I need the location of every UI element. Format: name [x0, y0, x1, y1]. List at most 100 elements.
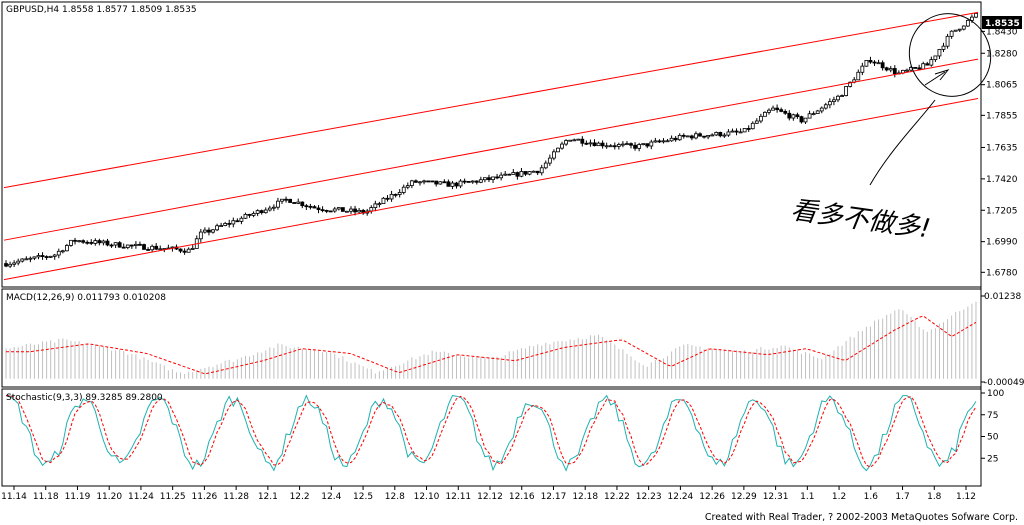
candle-body — [645, 143, 650, 147]
candle-body — [953, 29, 958, 32]
candle-body — [576, 138, 581, 141]
candle-body — [746, 128, 751, 130]
candle-body — [535, 170, 540, 174]
price-tick-label: 1.8065 — [986, 81, 1018, 91]
candle-body — [860, 65, 865, 73]
stoch-tick-label: 75 — [987, 411, 998, 421]
candle-body — [292, 202, 297, 204]
candle-body — [397, 192, 402, 195]
candle-body — [223, 223, 228, 226]
price-tick-label: 1.7635 — [986, 143, 1018, 153]
candle-body — [819, 107, 824, 112]
candle-body — [227, 223, 232, 225]
candle-body — [905, 69, 909, 72]
candle-body — [572, 139, 577, 142]
candle-body — [40, 255, 45, 257]
candle-body — [876, 62, 881, 65]
candle-body — [117, 242, 122, 248]
candle-body — [28, 257, 33, 260]
candle-body — [495, 176, 499, 179]
candle-body — [592, 142, 597, 147]
candle-body — [710, 134, 715, 137]
candle-body — [596, 142, 601, 147]
x-axis-labels: 11.14 11.18 11.19 11.20 11.24 11.25 11.26 11.28… — [1, 486, 976, 502]
candle-body — [681, 134, 686, 137]
candle-body — [36, 255, 41, 258]
stoch-tick-label: 50 — [987, 433, 999, 443]
candle-body — [158, 248, 163, 251]
x-tick-label: 12.11 — [445, 492, 471, 502]
candle-body — [564, 140, 568, 145]
candle-body — [150, 245, 155, 251]
candle-body — [20, 258, 25, 262]
x-tick-label: 12.12 — [477, 492, 503, 502]
candle-body — [312, 206, 317, 209]
candle-body — [661, 140, 666, 143]
footer-credit: Created with Real Trader, ? 2002-2003 Me… — [704, 512, 1018, 523]
candle-body — [795, 114, 800, 118]
candle-body — [259, 210, 264, 214]
price-tick-label: 1.7420 — [986, 175, 1018, 185]
candle-body — [584, 142, 589, 145]
candle-body — [633, 144, 637, 149]
candle-body — [133, 243, 138, 246]
candle-body — [138, 243, 142, 246]
candle-body — [369, 207, 374, 212]
candle-body — [783, 111, 788, 114]
x-tick-label: 1.12 — [956, 492, 976, 502]
stochastic-panel — [1, 388, 982, 487]
candle-body — [324, 209, 329, 212]
candle-body — [580, 138, 585, 144]
candle-body — [332, 208, 337, 212]
candle-body — [263, 209, 268, 214]
candle-body — [523, 171, 528, 175]
candle-body — [832, 99, 836, 102]
candle-body — [288, 198, 293, 203]
candle-body — [466, 181, 471, 183]
candle-body — [815, 110, 820, 114]
candle-body — [864, 60, 869, 67]
candle-body — [450, 182, 455, 187]
candle-body — [556, 147, 560, 153]
x-tick-label: 12.10 — [414, 492, 440, 502]
candle-body — [8, 263, 12, 267]
candle-body — [929, 59, 934, 66]
candle-body — [422, 180, 426, 183]
x-tick-label: 11.25 — [160, 492, 186, 502]
candle-body — [211, 229, 215, 233]
x-tick-label: 11.26 — [192, 492, 218, 502]
candle-body — [499, 174, 504, 179]
candle-body — [65, 245, 69, 252]
x-tick-label: 12.1 — [258, 492, 278, 502]
candle-body — [689, 135, 694, 139]
candle-body — [129, 244, 134, 247]
macd-title: MACD(12,26,9) 0.011793 0.010208 — [6, 293, 166, 303]
candle-body — [474, 180, 479, 183]
candle-body — [69, 239, 73, 246]
candle-body — [373, 203, 378, 208]
candle-body — [511, 172, 516, 175]
candle-body — [698, 133, 702, 137]
candle-body — [552, 151, 556, 159]
candle-body — [625, 143, 629, 146]
macd-tick-label: -0.00049 — [984, 378, 1024, 388]
candle-body — [827, 101, 832, 106]
candle-body — [608, 145, 613, 148]
candle-body — [215, 225, 219, 231]
candle-body — [77, 240, 81, 243]
candle-body — [231, 220, 236, 225]
candle-body — [653, 140, 658, 143]
candle-body — [239, 217, 244, 222]
candle-body — [60, 250, 65, 253]
candle-body — [840, 95, 844, 97]
candle-body — [507, 173, 512, 176]
candle-body — [811, 113, 816, 115]
x-tick-label: 12.8 — [385, 492, 405, 502]
candle-body — [93, 240, 98, 244]
candle-body — [442, 181, 447, 184]
candle-body — [284, 198, 288, 201]
candle-body — [917, 67, 922, 70]
candle-body — [702, 135, 706, 138]
candle-body — [649, 141, 654, 147]
candle-body — [665, 140, 670, 143]
